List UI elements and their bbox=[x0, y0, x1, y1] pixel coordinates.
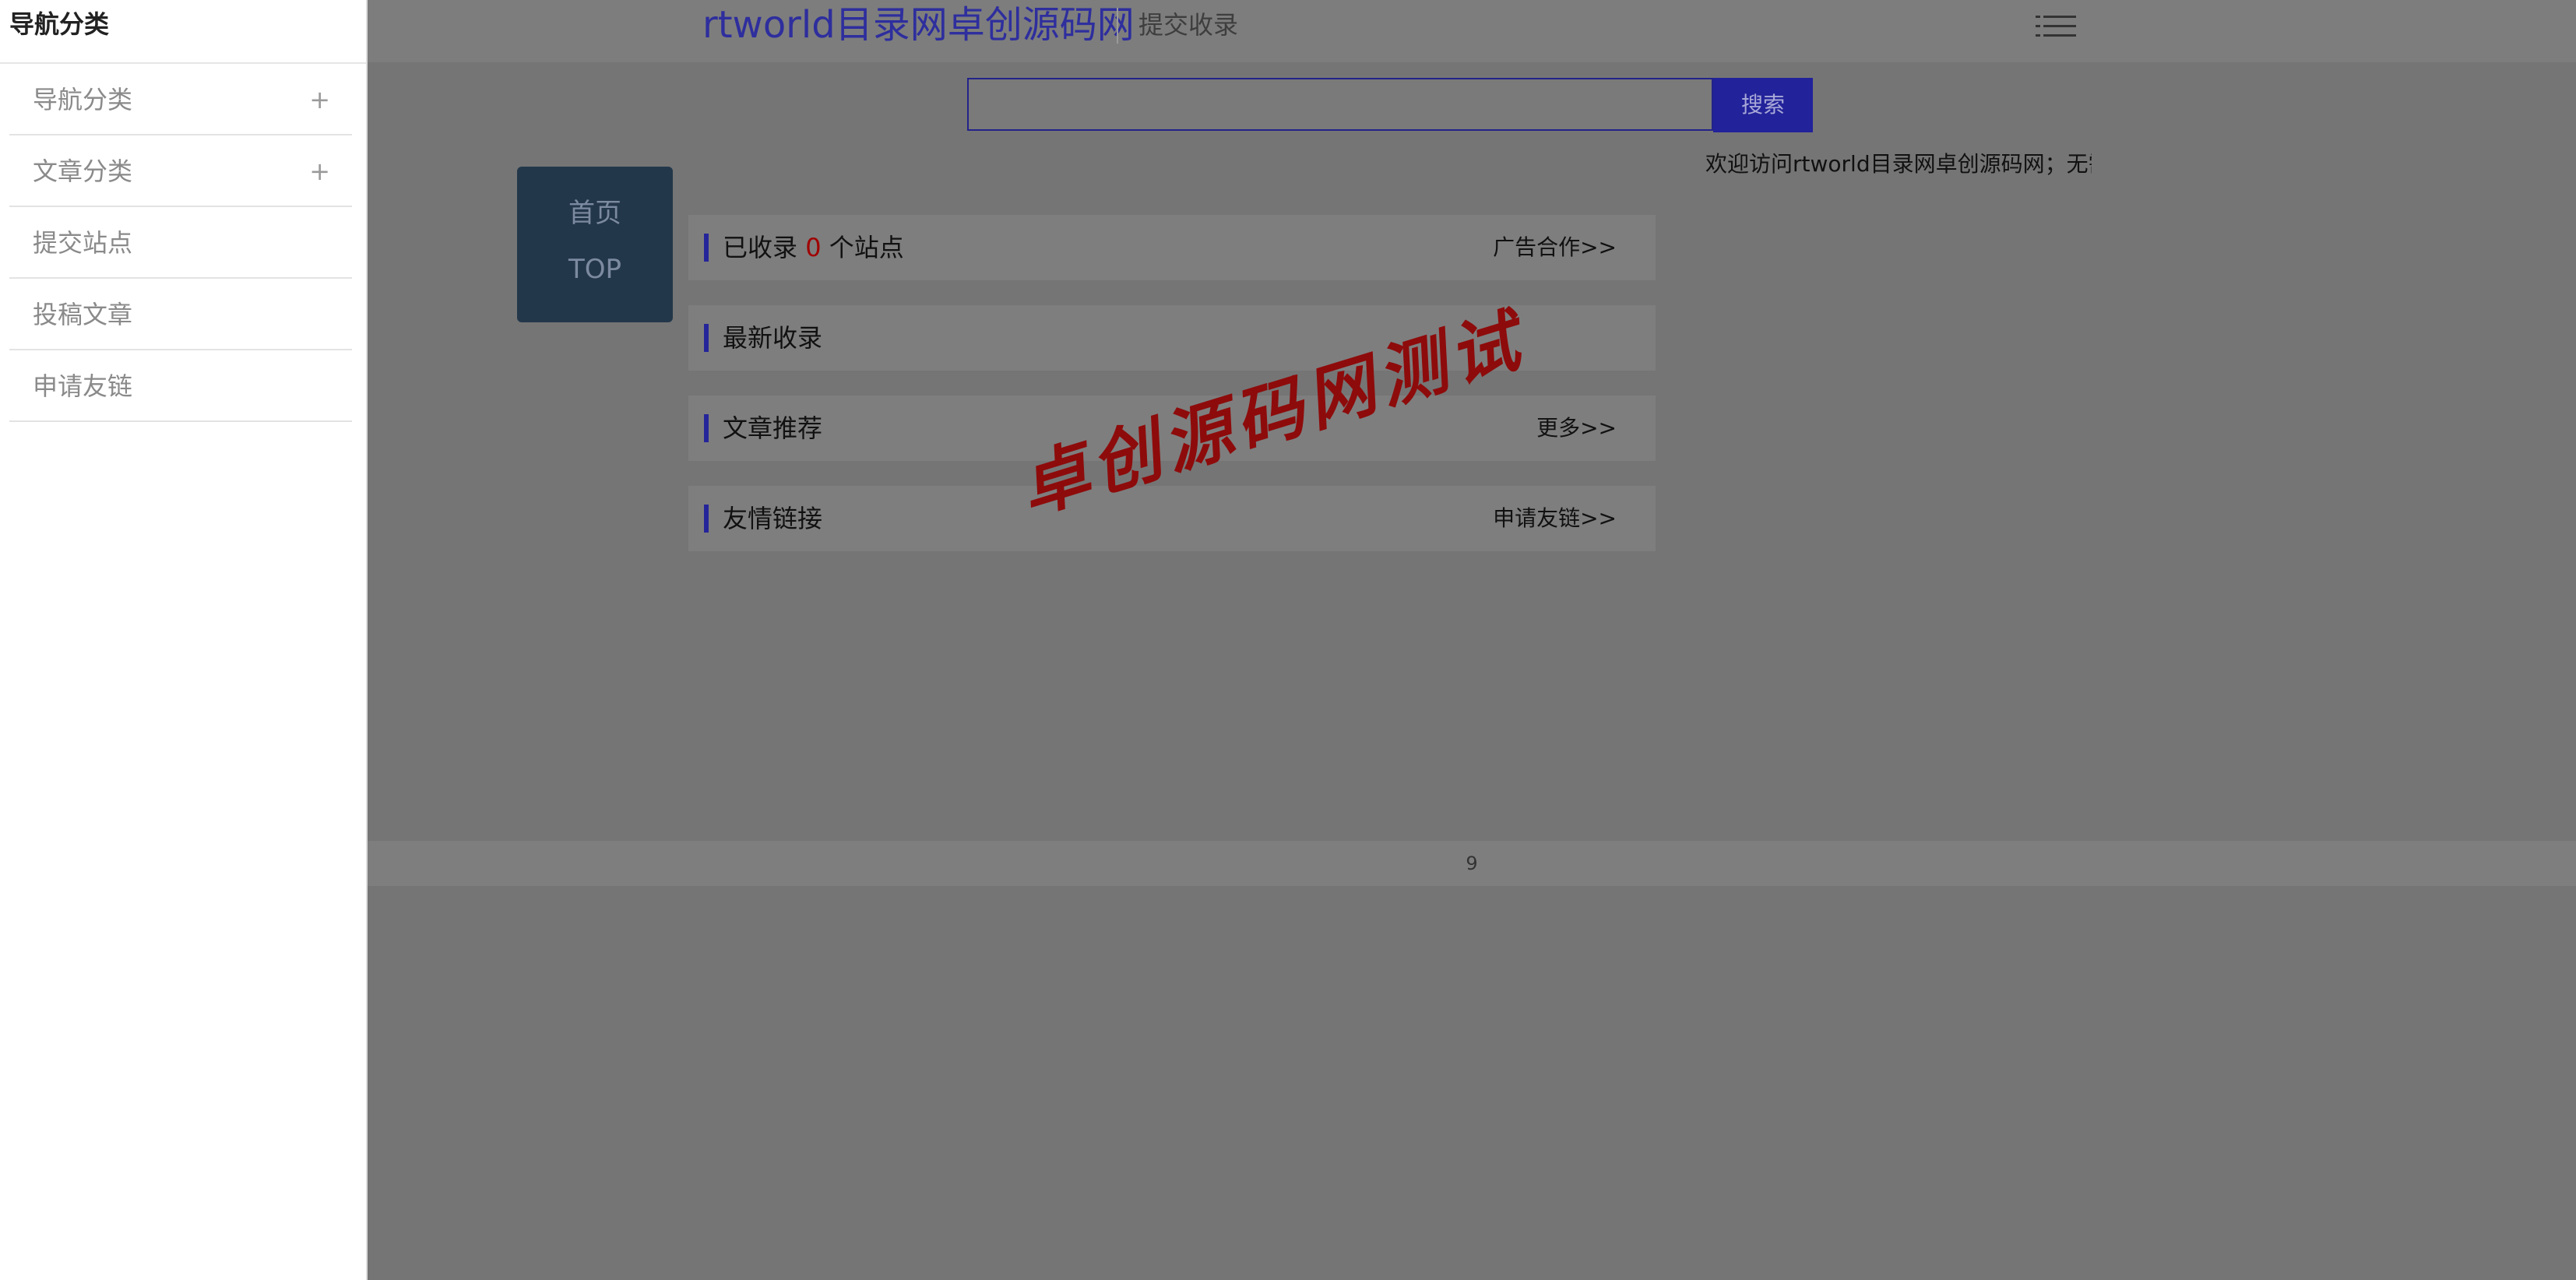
expand-plus-icon[interactable]: + bbox=[309, 64, 330, 135]
panel-articles-title: 文章推荐 bbox=[723, 413, 823, 443]
drawer-item-submit-article[interactable]: 投稿文章 bbox=[9, 279, 352, 350]
panel-accent-bar bbox=[704, 234, 709, 262]
top-header: rtworld目录网卓创源码网 提交收录 bbox=[0, 0, 2576, 62]
panel-accent-bar bbox=[704, 414, 709, 442]
side-nav: 首页 TOP bbox=[517, 167, 673, 322]
collected-suffix: 个站点 bbox=[821, 233, 904, 262]
drawer-item-nav-category[interactable]: 导航分类 + bbox=[9, 64, 352, 135]
drawer-title: 导航分类 bbox=[9, 9, 110, 39]
expand-plus-icon[interactable]: + bbox=[309, 135, 330, 207]
home-link[interactable]: 首页 bbox=[517, 192, 673, 230]
panel-collected-title: 已收录 0 个站点 bbox=[723, 215, 904, 280]
nav-drawer: 导航分类 导航分类 + 文章分类 + 提交站点 投稿文章 申请友链 bbox=[0, 0, 368, 1280]
submit-link[interactable]: 提交收录 bbox=[1138, 6, 1238, 44]
panel-links-title: 友情链接 bbox=[723, 504, 823, 533]
search-input[interactable] bbox=[967, 78, 1713, 131]
drawer-item-label: 文章分类 bbox=[33, 156, 133, 186]
ad-cooperation-link[interactable]: 广告合作>> bbox=[1493, 215, 1617, 280]
main-page: rtworld目录网卓创源码网 提交收录 搜索 首页 TOP 已收录 0 个站点… bbox=[0, 0, 2576, 1280]
collected-count: 0 bbox=[805, 233, 822, 262]
drawer-item-submit-site[interactable]: 提交站点 bbox=[9, 207, 352, 279]
panel-links: 友情链接 申请友链>> bbox=[688, 486, 1656, 551]
hamburger-menu-icon[interactable] bbox=[2036, 12, 2076, 40]
drawer-item-label: 申请友链 bbox=[33, 371, 133, 401]
panel-collected: 已收录 0 个站点 广告合作>> bbox=[688, 215, 1656, 280]
apply-link-link[interactable]: 申请友链>> bbox=[1493, 486, 1617, 551]
panel-accent-bar bbox=[704, 505, 709, 533]
footer: 9 bbox=[368, 841, 2576, 886]
back-to-top-link[interactable]: TOP bbox=[517, 254, 673, 285]
logo-divider bbox=[1117, 8, 1118, 44]
drawer-item-apply-link[interactable]: 申请友链 bbox=[9, 350, 352, 422]
drawer-item-article-category[interactable]: 文章分类 + bbox=[9, 135, 352, 207]
drawer-item-label: 提交站点 bbox=[33, 228, 133, 258]
drawer-item-label: 导航分类 bbox=[33, 85, 133, 114]
panel-latest-title: 最新收录 bbox=[723, 323, 823, 353]
search-button[interactable]: 搜索 bbox=[1713, 78, 1813, 132]
collected-prefix: 已收录 bbox=[723, 233, 806, 262]
drawer-item-label: 投稿文章 bbox=[33, 300, 133, 329]
welcome-marquee: 欢迎访问rtworld目录网卓创源码网；无需 bbox=[1705, 145, 2092, 184]
panel-accent-bar bbox=[704, 324, 709, 352]
site-logo[interactable]: rtworld目录网卓创源码网 bbox=[702, 0, 1135, 50]
more-articles-link[interactable]: 更多>> bbox=[1536, 396, 1617, 461]
welcome-text: 欢迎访问rtworld目录网卓创源码网；无需 bbox=[1705, 151, 2092, 177]
footer-text: 9 bbox=[1466, 853, 1478, 874]
